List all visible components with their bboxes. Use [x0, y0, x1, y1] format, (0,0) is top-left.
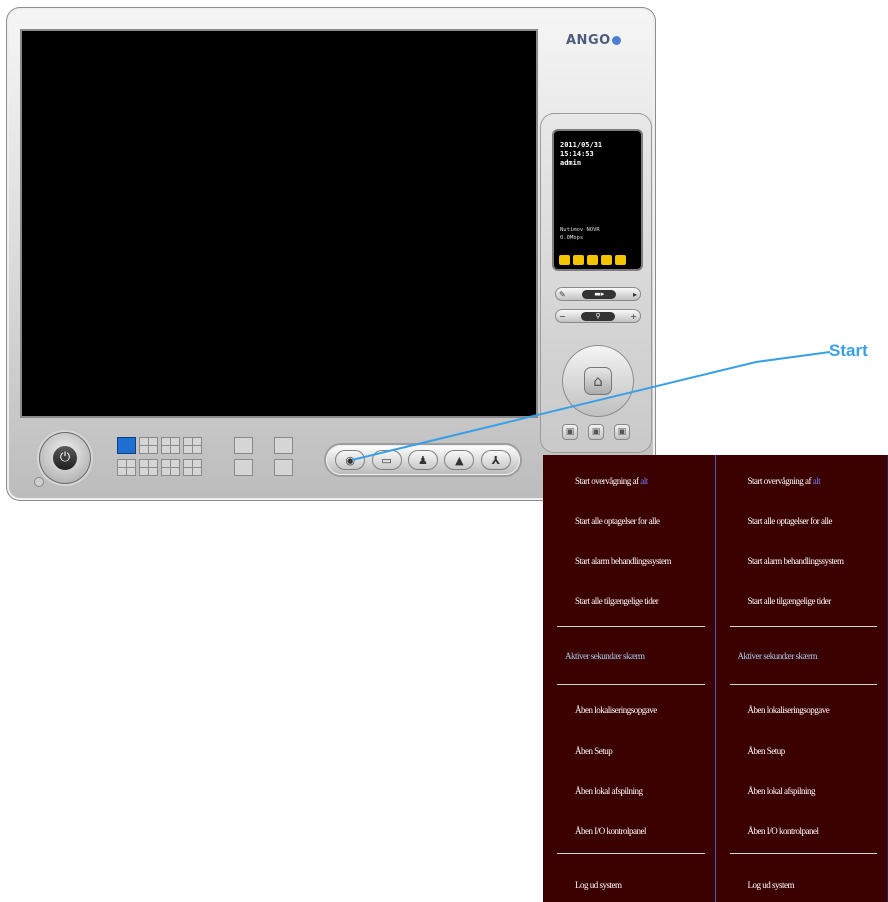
menu-item-open-locate[interactable]: Åben lokaliseringsopgave — [716, 696, 888, 724]
lcd-status-line2: 0.0Mbps — [560, 235, 584, 241]
menu-item-start-schedule[interactable]: Start alle tilgængelige tider — [543, 587, 715, 615]
speed-slider[interactable]: ▬▸ — [582, 289, 617, 299]
zoom-search-icon[interactable]: ⚲ — [581, 311, 615, 321]
menu-item-open-playback[interactable]: Åben lokal afspilning — [543, 777, 715, 805]
layout-pip-button[interactable] — [183, 459, 202, 476]
ptz-joystick[interactable]: ⌂ — [562, 345, 634, 417]
menu-item-open-io-panel[interactable]: Åben I/O kontrolpanel — [543, 817, 715, 845]
menu-item-open-playback[interactable]: Åben lokal afspilning — [716, 777, 888, 805]
app-window: ANGO 2011/05/31 15:14:53 admin Nutimov N… — [6, 7, 656, 501]
datetime-user: 2011/05/31 15:14:53 admin — [560, 141, 602, 168]
menu-item-secondary-screen[interactable]: Aktiver sekundær skærm — [543, 642, 715, 670]
menu-divider — [557, 626, 705, 627]
menu-item-logout[interactable]: Log ud system — [543, 871, 715, 899]
snapshot-button[interactable] — [274, 437, 293, 454]
menu-item-open-io-panel[interactable]: Åben I/O kontrolpanel — [716, 817, 888, 845]
menu-item-open-setup[interactable]: Åben Setup — [543, 737, 715, 765]
preset-3-button[interactable]: ▣ — [614, 424, 630, 440]
menu-divider — [557, 853, 705, 854]
layout-9-button[interactable] — [183, 437, 202, 454]
close-view-button[interactable] — [274, 459, 293, 476]
menu-item-open-locate[interactable]: Åben lokaliseringsopgave — [543, 696, 715, 724]
menu-item-start-monitoring[interactable]: Start overvågning af alt — [716, 467, 888, 495]
network-icon — [601, 255, 612, 265]
layout-16-button[interactable] — [161, 459, 180, 476]
layout-4-button[interactable] — [139, 437, 158, 454]
record-icon — [573, 255, 584, 265]
disk-icon — [559, 255, 570, 265]
menu-item-start-monitoring[interactable]: Start overvågning af alt — [543, 467, 715, 495]
menu-item-start-recording[interactable]: Start alle optagelser for alle — [716, 507, 888, 535]
zoom-out-button[interactable]: − — [559, 312, 566, 321]
focus-next-icon[interactable]: ▸ — [633, 290, 637, 299]
menu-item-logout[interactable]: Log ud system — [716, 871, 888, 899]
lcd-date: 2011/05/31 — [560, 141, 603, 149]
menu-item-secondary-screen[interactable]: Aktiver sekundær skærm — [716, 642, 888, 670]
layout-10-button[interactable] — [117, 459, 136, 476]
battery-icon — [587, 255, 598, 265]
mail-icon — [615, 255, 626, 265]
power-icon: ⏻ — [53, 446, 77, 470]
lcd-time: 15:14:53 — [560, 150, 594, 158]
start-menu: Start overvågning af alt Start alle opta… — [543, 455, 888, 902]
preset-2-button[interactable]: ▣ — [588, 424, 604, 440]
status-icons — [559, 255, 626, 265]
menu-column-left: Start overvågning af alt Start alle opta… — [543, 455, 716, 902]
menu-item-start-alarm-system[interactable]: Start alarm behandlingssystem — [543, 547, 715, 575]
lcd-status-line1: Nutimov NOVR — [560, 227, 600, 233]
control-panel: 2011/05/31 15:14:53 admin Nutimov NOVR 0… — [540, 113, 652, 453]
person-icon[interactable]: ♟ — [407, 450, 438, 470]
menu-item-start-alarm-system[interactable]: Start alarm behandlingssystem — [716, 547, 888, 575]
minimize-button[interactable] — [34, 477, 44, 487]
lcd-status: Nutimov NOVR 0.0Mbps — [560, 226, 600, 242]
menu-divider — [557, 684, 705, 685]
start-callout-label: Start — [829, 341, 868, 360]
layout-6-button[interactable] — [161, 437, 180, 454]
menu-item-start-recording[interactable]: Start alle optagelser for alle — [543, 507, 715, 535]
menu-item-start-schedule[interactable]: Start alle tilgængelige tider — [716, 587, 888, 615]
status-display: 2011/05/31 15:14:53 admin Nutimov NOVR 0… — [552, 129, 643, 271]
menu-divider — [729, 684, 877, 685]
alert-icon[interactable]: ▲ — [444, 450, 475, 470]
tools-icon[interactable]: ⅄ — [480, 450, 511, 470]
main-function-bar: ◉ ▭ ♟ ▲ ⅄ — [326, 445, 520, 475]
start-icon[interactable]: ◉ — [335, 450, 366, 470]
preset-1-button[interactable]: ▣ — [562, 424, 578, 440]
camera-icon[interactable]: ▭ — [371, 450, 402, 470]
menu-column-right: Start overvågning af alt Start alle opta… — [716, 455, 888, 902]
menu-item-open-setup[interactable]: Åben Setup — [716, 737, 888, 765]
layout-1-button[interactable] — [117, 437, 136, 454]
power-button[interactable]: ⏻ — [39, 432, 91, 484]
video-view[interactable] — [20, 29, 538, 418]
menu-divider — [729, 626, 877, 627]
zoom-in-button[interactable]: + — [630, 312, 637, 321]
focus-tool-icon[interactable]: ✎ — [559, 290, 566, 299]
fullscreen-button[interactable] — [234, 437, 253, 454]
menu-divider — [729, 853, 877, 854]
lcd-user: admin — [560, 159, 582, 167]
zoom-bar[interactable]: − ⚲ + — [555, 309, 641, 323]
layout-13-button[interactable] — [139, 459, 158, 476]
home-icon[interactable]: ⌂ — [584, 367, 612, 395]
sequence-button[interactable] — [234, 459, 253, 476]
brand-logo: ANGO — [566, 33, 621, 48]
focus-bar[interactable]: ✎ ▬▸ ▸ — [555, 287, 641, 301]
